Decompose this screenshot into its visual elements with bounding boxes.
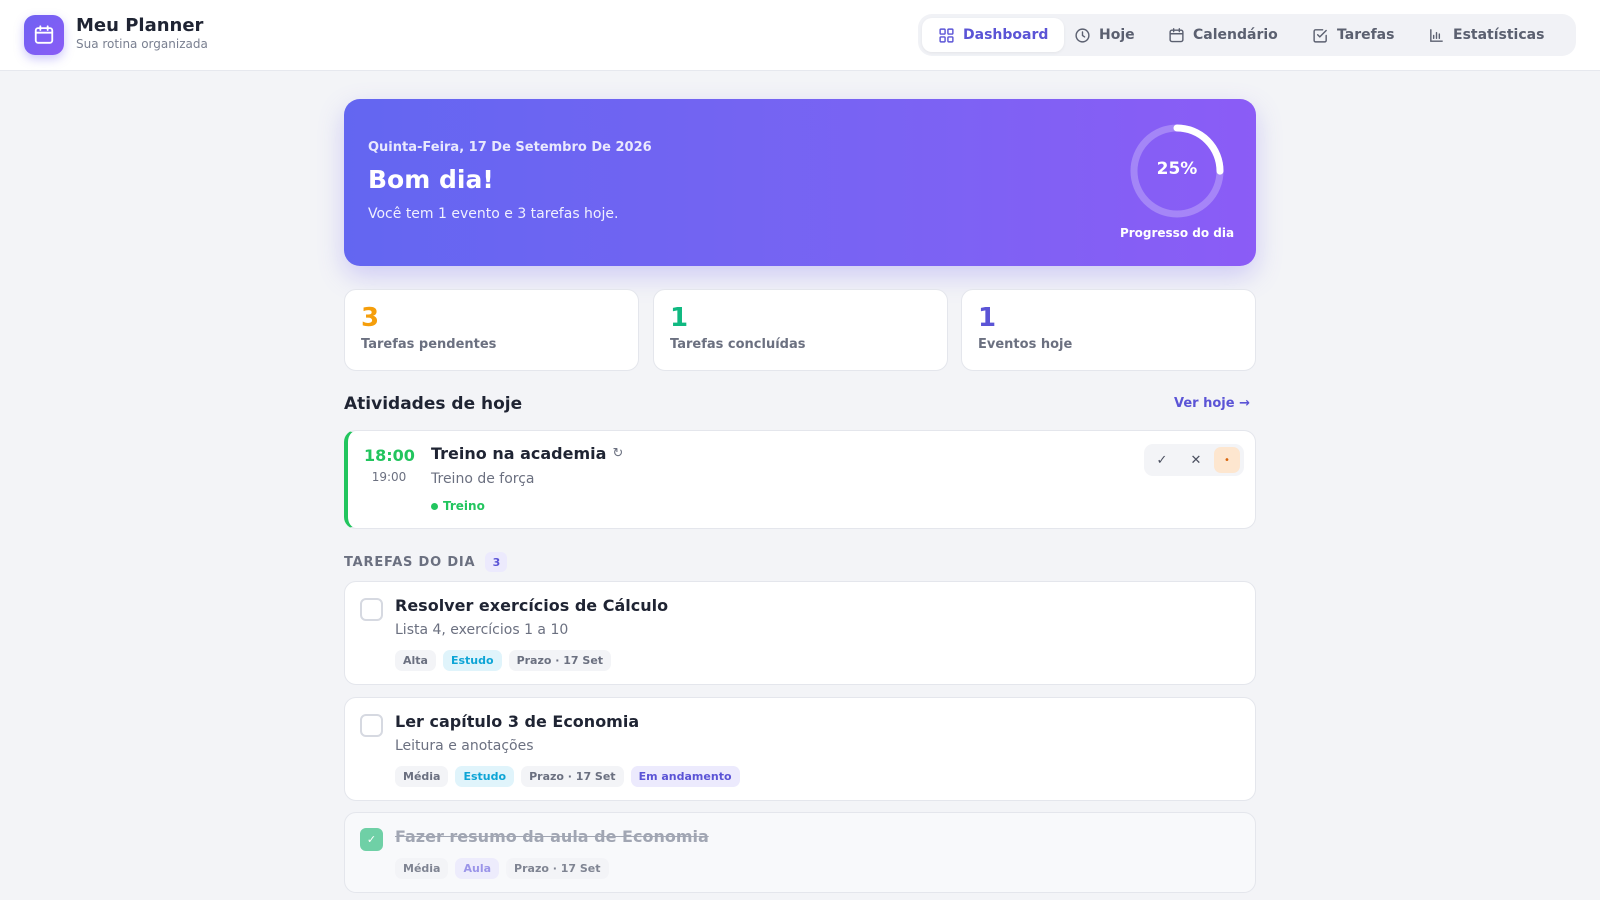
event-end-time: 19:00 <box>371 470 407 484</box>
stat-card-completed: 1 Tarefas concluídas <box>653 289 948 371</box>
current-date: Quinta-Feira, 17 De Setembro De 2026 <box>368 140 652 155</box>
category-tag: Estudo <box>455 766 515 787</box>
top-bar: Meu Planner Sua rotina organizada Dashbo… <box>0 0 1600 71</box>
calendar-icon <box>34 25 54 44</box>
tasks-header: TAREFAS DO DIA 3 <box>344 552 508 572</box>
progress-label: Progresso do dia <box>1119 226 1235 240</box>
tasks-count-badge: 3 <box>485 552 508 572</box>
stat-label: Eventos hoje <box>978 337 1073 352</box>
due-date-tag: Prazo · 17 Set <box>521 766 624 787</box>
stat-card-pending: 3 Tarefas pendentes <box>344 289 639 371</box>
app-subtitle: Sua rotina organizada <box>76 37 208 51</box>
task-card[interactable]: Ler capítulo 3 de Economia Leitura e ano… <box>344 697 1256 801</box>
task-checkbox[interactable] <box>360 598 383 621</box>
event-description: Treino de força <box>431 471 535 487</box>
nav-dashboard[interactable]: Dashboard <box>922 18 1065 52</box>
nav-label: Tarefas <box>1337 27 1395 43</box>
cancel-event-button[interactable]: ✕ <box>1183 447 1209 473</box>
progress-percent: 25% <box>1156 159 1198 179</box>
task-title: Fazer resumo da aula de Economia <box>395 827 709 846</box>
nav-label: Dashboard <box>963 27 1049 43</box>
nav-hoje[interactable]: Hoje <box>1058 18 1151 52</box>
stat-value: 3 <box>361 303 380 333</box>
clock-icon <box>1075 27 1090 43</box>
priority-tag: Alta <box>395 650 436 671</box>
task-tags: Média Estudo Prazo · 17 Set Em andamento <box>395 766 740 787</box>
due-date-tag: Prazo · 17 Set <box>506 858 609 879</box>
task-description: Leitura e anotações <box>395 738 534 754</box>
day-summary: Você tem 1 evento e 3 tarefas hoje. <box>368 206 619 222</box>
task-title: Resolver exercícios de Cálculo <box>395 596 669 615</box>
event-category: Treino <box>431 499 485 513</box>
repeat-icon: ↻ <box>612 446 624 461</box>
stat-card-events: 1 Eventos hoje <box>961 289 1256 371</box>
hero-banner: Quinta-Feira, 17 De Setembro De 2026 Bom… <box>344 99 1256 266</box>
category-tag: Estudo <box>442 650 502 671</box>
main-nav: Dashboard Hoje Calendário Tarefas Estatí… <box>918 14 1576 56</box>
event-category-label: Treino <box>443 499 485 513</box>
app-logo[interactable] <box>24 15 64 55</box>
nav-label: Hoje <box>1099 27 1135 43</box>
checkbox-icon <box>1313 28 1327 43</box>
nav-tarefas[interactable]: Tarefas <box>1296 18 1410 52</box>
event-status-button[interactable]: • <box>1214 447 1240 473</box>
task-title: Ler capítulo 3 de Economia <box>395 712 640 731</box>
category-tag: Aula <box>455 858 500 879</box>
calendar-icon <box>1169 27 1184 42</box>
priority-tag: Média <box>395 858 449 879</box>
stat-label: Tarefas pendentes <box>361 337 497 352</box>
nav-label: Calendário <box>1193 27 1278 43</box>
nav-estatisticas[interactable]: Estatísticas <box>1412 18 1560 52</box>
greeting: Bom dia! <box>368 165 494 194</box>
activities-title: Atividades de hoje <box>344 394 523 414</box>
nav-label: Estatísticas <box>1453 27 1545 43</box>
task-description: Lista 4, exercícios 1 a 10 <box>395 622 569 638</box>
event-title: Treino na academia <box>431 444 607 463</box>
task-checkbox[interactable] <box>360 714 383 737</box>
status-tag: Em andamento <box>630 766 740 787</box>
bar-chart-icon <box>1430 28 1443 42</box>
stat-value: 1 <box>978 303 997 333</box>
grid-icon <box>939 27 954 43</box>
category-dot-icon <box>431 502 438 510</box>
event-title-row: Treino na academia ↻ <box>431 444 623 463</box>
task-tags: Alta Estudo Prazo · 17 Set <box>395 650 612 671</box>
stat-value: 1 <box>670 303 689 333</box>
event-actions: ✓ ✕ • <box>1144 444 1244 476</box>
confirm-event-button[interactable]: ✓ <box>1149 447 1175 473</box>
task-checkbox-checked[interactable]: ✓ <box>360 828 383 851</box>
priority-tag: Média <box>395 766 449 787</box>
stat-label: Tarefas concluídas <box>670 337 806 352</box>
event-start-time: 18:00 <box>364 446 415 465</box>
tasks-header-label: TAREFAS DO DIA <box>344 554 476 570</box>
due-date-tag: Prazo · 17 Set <box>508 650 612 671</box>
task-card-completed[interactable]: ✓ Fazer resumo da aula de Economia Média… <box>344 812 1256 893</box>
app-title: Meu Planner <box>76 15 204 36</box>
task-tags: Média Aula Prazo · 17 Set <box>395 858 609 879</box>
event-card[interactable]: 18:00 19:00 Treino na academia ↻ Treino … <box>344 430 1256 529</box>
see-today-link[interactable]: Ver hoje → <box>1150 396 1250 411</box>
nav-calendario[interactable]: Calendário <box>1152 18 1294 52</box>
task-card[interactable]: Resolver exercícios de Cálculo Lista 4, … <box>344 581 1256 685</box>
